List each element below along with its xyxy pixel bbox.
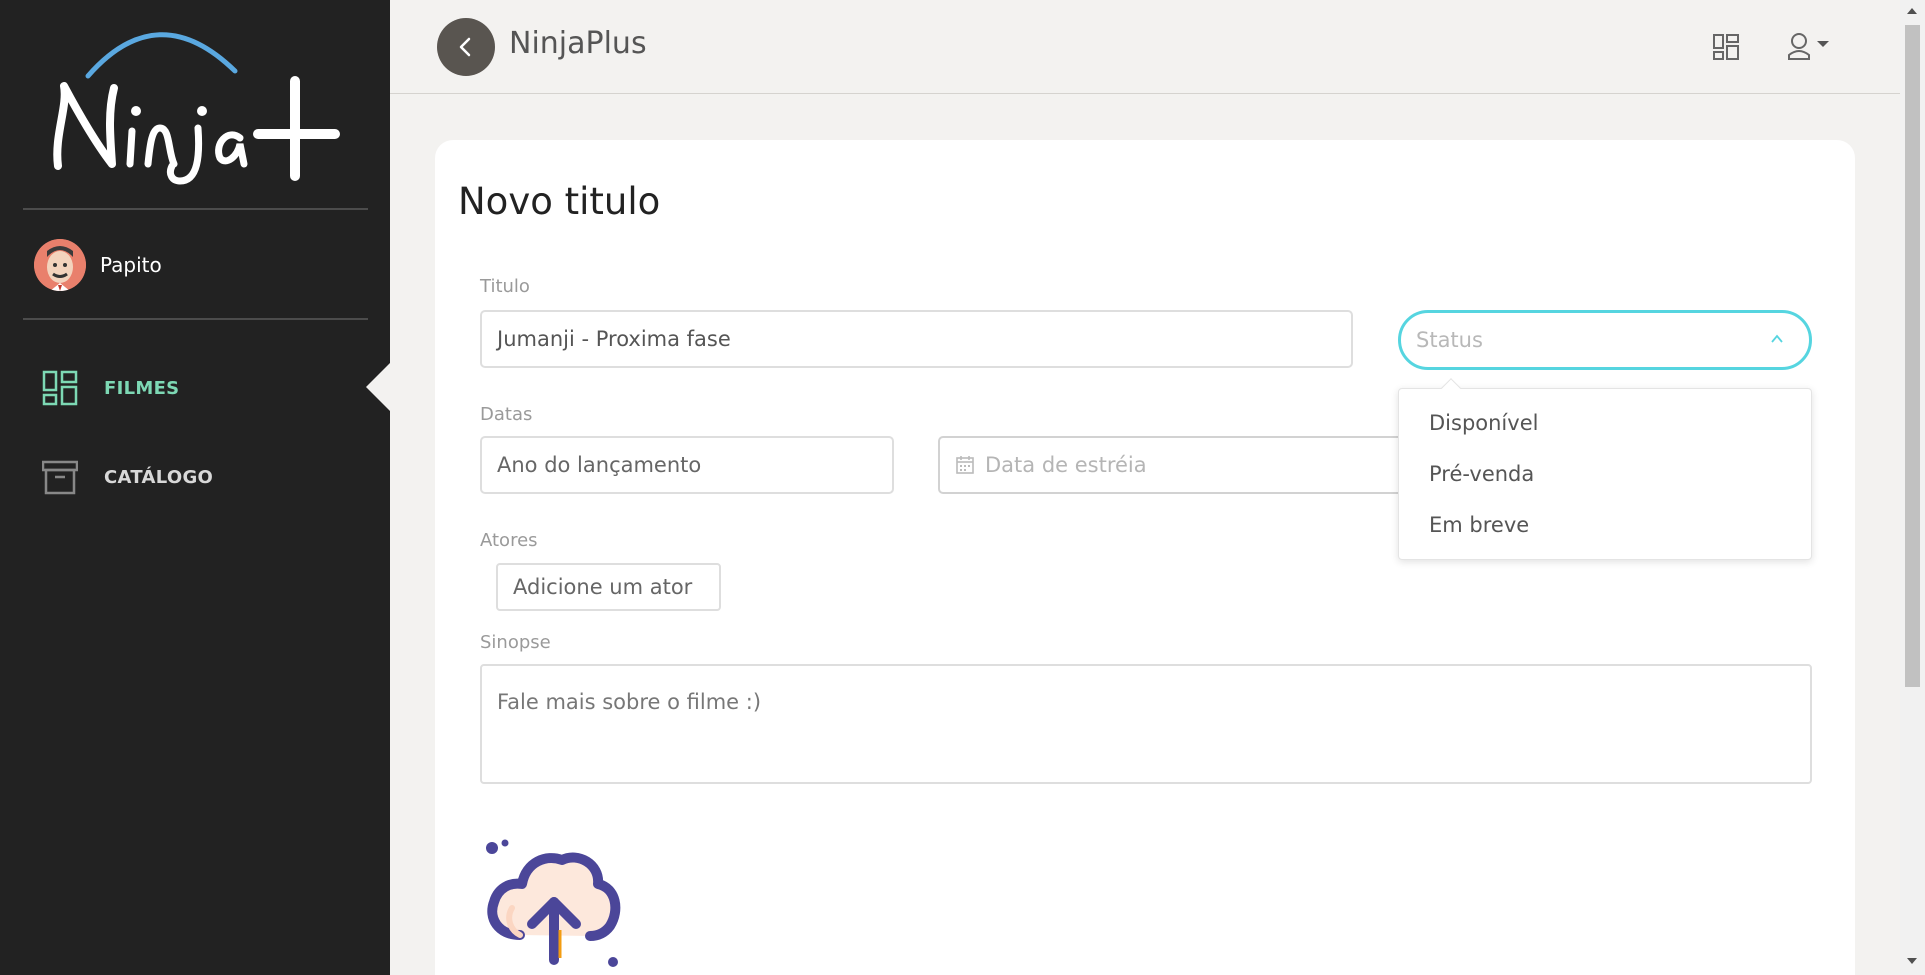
calendar-icon <box>956 456 974 474</box>
titulo-input[interactable]: Jumanji - Proxima fase <box>480 310 1353 368</box>
sidebar-divider <box>23 208 368 210</box>
avatar[interactable] <box>34 239 86 291</box>
data-estreia-input[interactable]: Data de estréia <box>938 436 1418 494</box>
cloud-upload-icon[interactable] <box>480 830 625 970</box>
status-option-disponivel[interactable]: Disponível <box>1429 411 1538 435</box>
user-icon <box>1788 33 1810 60</box>
sinopse-placeholder: Fale mais sobre o filme :) <box>497 690 762 714</box>
dashboard-icon[interactable] <box>1713 34 1739 60</box>
form-title: Novo titulo <box>458 180 661 223</box>
atores-label: Atores <box>480 530 538 551</box>
status-placeholder: Status <box>1416 328 1483 352</box>
chevron-up-icon <box>1771 334 1783 343</box>
archive-box-icon <box>42 460 78 495</box>
dropdown-caret <box>1441 378 1461 398</box>
sidebar-item-filmes[interactable]: FILMES <box>42 370 179 406</box>
page-scrollbar[interactable] <box>1900 0 1925 975</box>
dashboard-icon <box>42 370 78 406</box>
datas-label: Datas <box>480 404 533 425</box>
user-menu-button[interactable] <box>1787 32 1829 60</box>
sidebar-item-label: CATÁLOGO <box>104 466 214 488</box>
titulo-input-value: Jumanji - Proxima fase <box>497 327 731 351</box>
top-header: NinjaPlus <box>390 0 1900 94</box>
scroll-thumb[interactable] <box>1905 25 1920 687</box>
user-profile[interactable]: Papito <box>34 239 162 291</box>
sidebar-item-catalogo[interactable]: CATÁLOGO <box>42 459 213 495</box>
status-dropdown: Disponível Pré-venda Em breve <box>1398 378 1812 560</box>
sinopse-label: Sinopse <box>480 632 551 653</box>
status-select[interactable]: Status <box>1398 310 1812 370</box>
chevron-left-icon <box>459 37 471 57</box>
new-title-form-card: Novo titulo Titulo Jumanji - Proxima fas… <box>435 140 1855 975</box>
scroll-up-icon[interactable] <box>1907 8 1917 14</box>
sidebar-divider <box>23 318 368 320</box>
user-name: Papito <box>100 253 162 277</box>
data-estreia-placeholder: Data de estréia <box>985 453 1147 477</box>
page-title: NinjaPlus <box>509 26 647 61</box>
status-option-pre-venda[interactable]: Pré-venda <box>1429 462 1534 486</box>
status-option-em-breve[interactable]: Em breve <box>1429 513 1529 537</box>
add-actor-input[interactable]: Adicione um ator <box>496 563 721 611</box>
sinopse-textarea[interactable]: Fale mais sobre o filme :) <box>480 664 1812 784</box>
ano-lancamento-input[interactable]: Ano do lançamento <box>480 436 894 494</box>
ninjaplus-logo[interactable] <box>40 16 350 196</box>
add-actor-placeholder: Adicione um ator <box>513 575 693 599</box>
active-nav-indicator <box>366 363 390 411</box>
caret-down-icon <box>1817 41 1829 47</box>
sidebar: Papito FILMES CATÁLOGO <box>0 0 390 975</box>
ano-lancamento-placeholder: Ano do lançamento <box>497 453 702 477</box>
back-button[interactable] <box>437 18 495 76</box>
sidebar-item-label: FILMES <box>104 377 180 399</box>
titulo-label: Titulo <box>480 276 530 297</box>
scroll-down-icon[interactable] <box>1907 958 1917 964</box>
